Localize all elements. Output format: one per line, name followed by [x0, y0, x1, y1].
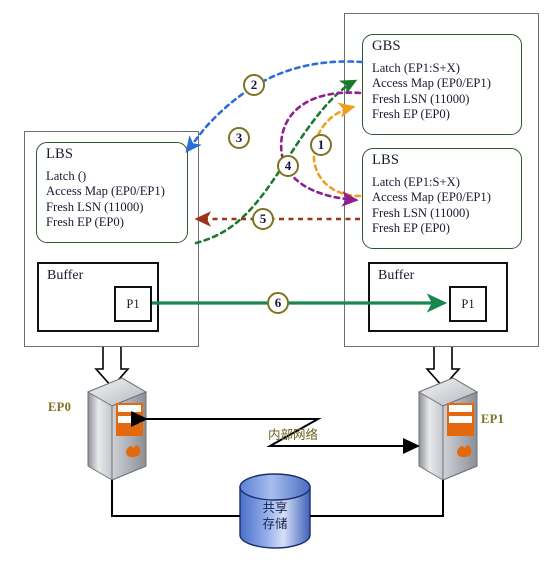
step-6-label: 6 — [274, 295, 282, 310]
step-badge-5: 5 — [252, 208, 274, 230]
diagram-canvas: LBS Latch () Access Map (EP0/EP1) Fresh … — [0, 0, 558, 562]
storage-line-1: 共享 — [262, 500, 288, 515]
step-1-label: 1 — [317, 137, 325, 152]
left-buffer-title: Buffer — [47, 268, 84, 283]
gbs-line-3: Fresh EP (EP0) — [372, 107, 450, 122]
right-lbs-line-1: Access Map (EP0/EP1) — [372, 190, 491, 205]
right-lbs-line-3: Fresh EP (EP0) — [372, 221, 450, 236]
left-lbs-line-0: Latch () — [46, 169, 87, 183]
left-buffer-page-p1: P1 — [114, 286, 152, 322]
gbs-line-1: Access Map (EP0/EP1) — [372, 76, 491, 91]
right-page-label: P1 — [461, 296, 475, 311]
step-2-label: 2 — [250, 77, 258, 92]
right-lbs-box: LBS Latch (EP1:S+X) Access Map (EP0/EP1)… — [362, 148, 522, 249]
gbs-line-0: Latch (EP1:S+X) — [372, 61, 460, 75]
shared-storage-label: 共享 存储 — [240, 500, 310, 532]
left-page-label: P1 — [126, 296, 140, 311]
step-badge-1: 1 — [310, 134, 332, 156]
step-5-label: 5 — [259, 211, 267, 226]
server-ep0 — [86, 377, 148, 481]
storage-line-2: 存储 — [262, 516, 288, 531]
left-lbs-box: LBS Latch () Access Map (EP0/EP1) Fresh … — [36, 142, 188, 243]
left-lbs-title: LBS — [46, 146, 74, 162]
internal-network-label: 内部网络 — [268, 427, 319, 442]
right-buffer-page-p1: P1 — [449, 286, 487, 322]
left-lbs-line-1: Access Map (EP0/EP1) — [46, 184, 165, 199]
ep0-label: EP0 — [48, 400, 72, 414]
right-lbs-line-0: Latch (EP1:S+X) — [372, 175, 460, 189]
step-3-label: 3 — [235, 130, 243, 145]
right-lbs-line-2: Fresh LSN (11000) — [372, 205, 470, 220]
left-lbs-line-3: Fresh EP (EP0) — [46, 215, 124, 230]
right-buffer-box: Buffer — [368, 262, 508, 332]
gbs-box: GBS Latch (EP1:S+X) Access Map (EP0/EP1)… — [362, 34, 522, 135]
right-buffer-title: Buffer — [378, 268, 415, 283]
step-4-label: 4 — [284, 158, 292, 173]
step-badge-6: 6 — [267, 292, 289, 314]
right-lbs-title: LBS — [372, 152, 400, 168]
ep1-label: EP1 — [481, 412, 505, 426]
step-badge-4: 4 — [277, 155, 299, 177]
step-badge-2: 2 — [243, 74, 265, 96]
gbs-title: GBS — [372, 38, 401, 54]
gbs-line-2: Fresh LSN (11000) — [372, 91, 470, 106]
server-ep1 — [417, 377, 479, 481]
left-lbs-line-2: Fresh LSN (11000) — [46, 199, 144, 214]
step-badge-3: 3 — [228, 127, 250, 149]
